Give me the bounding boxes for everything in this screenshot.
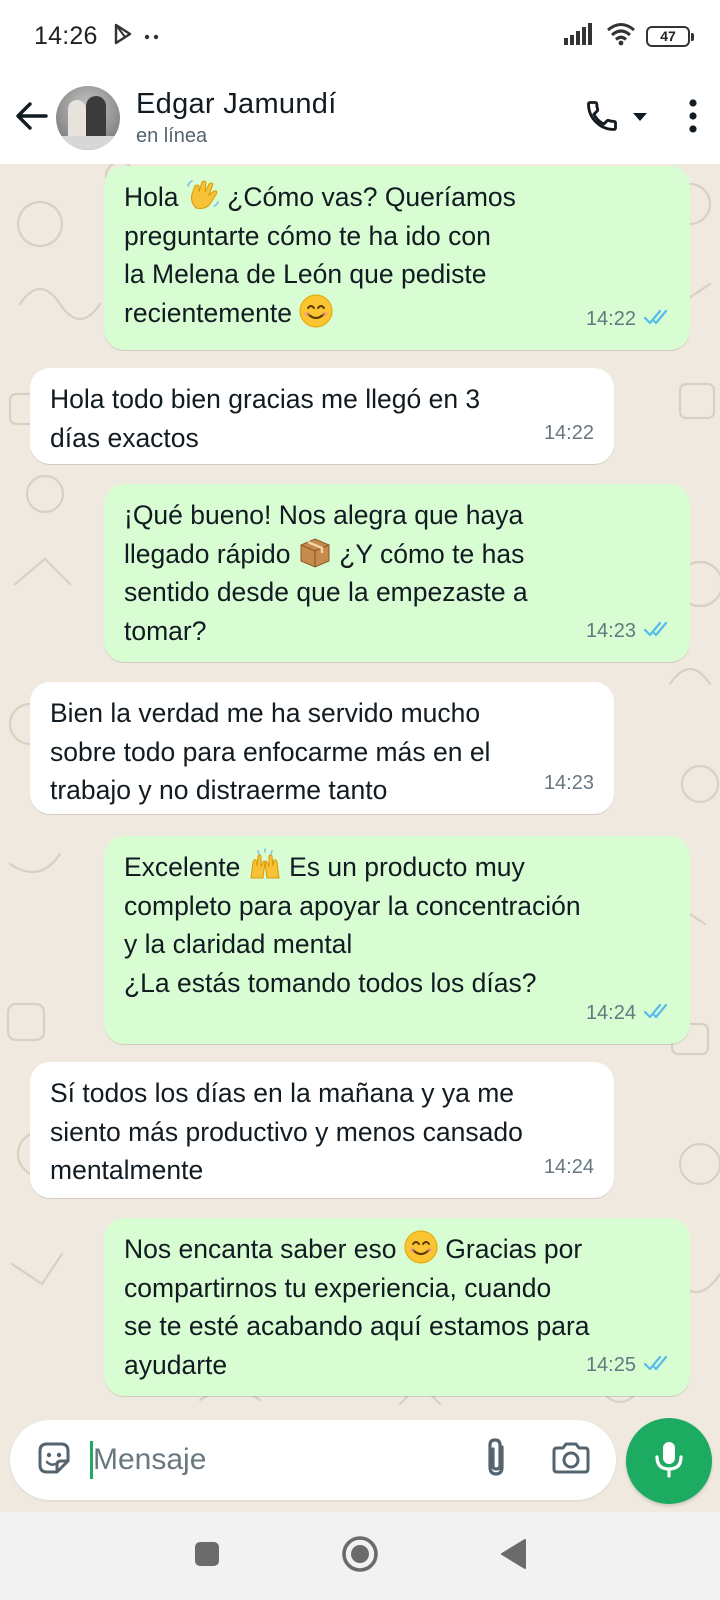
more-options-button[interactable] xyxy=(688,98,698,138)
back-arrow-icon xyxy=(14,101,48,136)
read-receipt-icon xyxy=(643,1346,672,1385)
status-bar: 14:26 47 xyxy=(0,0,720,72)
message-time: 14:25 xyxy=(585,1353,636,1376)
message-text-segment: Excelente xyxy=(124,852,248,882)
call-button[interactable] xyxy=(584,98,648,139)
recents-square-icon xyxy=(193,1540,221,1573)
emoji-icon xyxy=(186,180,220,212)
message-text: Hola todo bien gracias me llegó en 3 día… xyxy=(48,380,596,457)
message-bubble-outgoing[interactable]: Nos encanta saber eso Gracias por compar… xyxy=(104,1218,690,1396)
message-text-segment: Hola todo bien gracias me llegó en 3 día… xyxy=(50,384,481,453)
message-text-segment: Bien la verdad me ha servido mucho sobre… xyxy=(50,698,491,805)
message-meta: 14:23 xyxy=(544,764,594,803)
more-dots-icon xyxy=(144,27,160,45)
message-meta: 14:24 xyxy=(544,1148,594,1187)
message-bubble-incoming[interactable]: Hola todo bien gracias me llegó en 3 día… xyxy=(30,368,614,464)
home-circle-icon xyxy=(340,1534,380,1579)
back-button[interactable] xyxy=(2,88,60,148)
read-receipt-icon xyxy=(643,300,672,339)
message-meta: 14:25 xyxy=(586,1346,672,1385)
back-nav-button[interactable] xyxy=(483,1526,543,1586)
emoji-icon xyxy=(248,848,282,882)
attach-button[interactable] xyxy=(474,1435,518,1485)
message-text: Excelente Es un producto muy completo pa… xyxy=(122,848,672,1002)
message-bubble-outgoing[interactable]: ¡Qué bueno! Nos alegra que haya llegado … xyxy=(104,484,690,662)
wifi-icon xyxy=(606,22,636,51)
message-time: 14:23 xyxy=(543,771,594,794)
message-meta: 14:23 xyxy=(586,612,672,651)
phone-icon xyxy=(584,98,620,139)
system-nav-bar xyxy=(0,1512,720,1600)
signal-icon xyxy=(564,22,596,50)
contact-status: en línea xyxy=(136,125,208,147)
more-vertical-icon xyxy=(688,98,698,137)
message-text-segment: Nos encanta saber eso xyxy=(124,1234,404,1264)
microphone-icon xyxy=(654,1440,684,1483)
camera-button[interactable] xyxy=(546,1435,596,1485)
paperclip-icon xyxy=(483,1437,509,1484)
read-receipt-icon xyxy=(643,612,672,651)
message-text: Sí todos los días en la mañana y ya me s… xyxy=(48,1074,596,1190)
message-meta: 14:22 xyxy=(586,300,672,339)
message-text: Bien la verdad me ha servido mucho sobre… xyxy=(48,694,596,810)
dropdown-caret-icon xyxy=(632,109,648,127)
message-time: 14:22 xyxy=(543,421,594,444)
message-time: 14:23 xyxy=(585,619,636,642)
message-time: 14:22 xyxy=(585,307,636,330)
message-bubble-incoming[interactable]: Sí todos los días en la mañana y ya me s… xyxy=(30,1062,614,1198)
message-bubble-outgoing[interactable]: Hola ¿Cómo vas? Queríamos preguntarte có… xyxy=(104,166,690,350)
back-triangle-icon xyxy=(499,1538,527,1575)
message-time: 14:24 xyxy=(543,1155,594,1178)
message-input[interactable] xyxy=(93,1443,453,1477)
home-button[interactable] xyxy=(330,1526,390,1586)
sticker-button[interactable] xyxy=(30,1436,78,1484)
message-bubble-outgoing[interactable]: Excelente Es un producto muy completo pa… xyxy=(104,836,690,1044)
chat-header: Edgar Jamundí en línea xyxy=(0,72,720,164)
message-text-segment: Hola xyxy=(124,182,186,212)
message-meta: 14:22 xyxy=(544,414,594,453)
contact-info[interactable]: Edgar Jamundí en línea xyxy=(136,86,337,150)
play-store-icon xyxy=(112,23,134,50)
recents-button[interactable] xyxy=(177,1526,237,1586)
message-composer xyxy=(10,1420,616,1500)
message-text-segment: Sí todos los días en la mañana y ya me s… xyxy=(50,1078,523,1185)
contact-name: Edgar Jamundí xyxy=(136,88,337,120)
read-receipt-icon xyxy=(643,994,672,1033)
message-bubble-incoming[interactable]: Bien la verdad me ha servido mucho sobre… xyxy=(30,682,614,814)
sticker-icon xyxy=(35,1439,73,1482)
avatar[interactable] xyxy=(56,86,120,150)
battery-icon: 47 xyxy=(646,25,694,47)
emoji-icon xyxy=(298,537,332,569)
message-time: 14:24 xyxy=(585,1001,636,1024)
emoji-icon xyxy=(404,1230,438,1264)
status-time: 14:26 xyxy=(34,21,98,50)
message-meta: 14:24 xyxy=(586,994,672,1033)
emoji-icon xyxy=(299,294,333,328)
camera-icon xyxy=(551,1441,591,1480)
voice-message-button[interactable] xyxy=(626,1418,712,1504)
